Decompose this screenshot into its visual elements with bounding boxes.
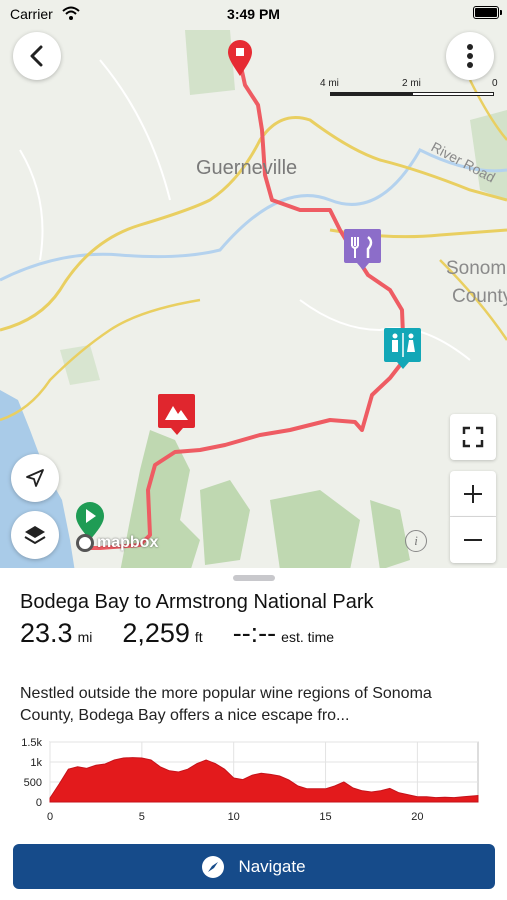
scale-bar — [330, 92, 494, 96]
place-label-sonoma: Sonoma — [446, 258, 507, 279]
map-layers-button[interactable] — [11, 511, 59, 559]
time-stat: --:-- est. time — [233, 618, 334, 649]
compass-icon — [202, 855, 225, 878]
locate-me-button[interactable] — [11, 454, 59, 502]
time-unit: est. time — [281, 629, 335, 645]
minus-icon — [464, 539, 482, 541]
zoom-in-button[interactable] — [450, 471, 496, 517]
forest-area — [470, 110, 507, 200]
y-tick-label: 0 — [36, 797, 42, 809]
time-value: --:-- — [232, 618, 277, 648]
scale-label-0: 0 — [492, 78, 498, 89]
forest-area — [370, 500, 410, 570]
layers-icon — [24, 526, 46, 545]
elevation-value: 2,259 — [122, 618, 190, 648]
sheet-drag-handle[interactable] — [233, 575, 275, 581]
elevation-chart: 0 500 1k 1.5k 0 5 10 15 20 — [21, 737, 479, 823]
x-tick-label: 20 — [411, 811, 423, 823]
food-marker[interactable] — [344, 229, 381, 270]
chevron-left-icon — [30, 45, 43, 67]
forest-area — [200, 480, 250, 565]
restroom-marker[interactable] — [384, 328, 421, 369]
place-label-guerneville: Guerneville — [196, 157, 297, 179]
x-tick-label: 10 — [228, 811, 240, 823]
x-tick-label: 0 — [47, 811, 53, 823]
battery-icon — [473, 6, 502, 19]
x-tick-label: 15 — [319, 811, 331, 823]
distance-unit: mi — [77, 629, 93, 645]
y-tick-label: 500 — [24, 777, 42, 789]
y-tick-label: 1.5k — [21, 737, 42, 749]
location-arrow-icon — [26, 469, 44, 487]
forest-area — [185, 30, 235, 95]
road — [19, 149, 44, 261]
elevation-area — [49, 757, 479, 803]
back-button[interactable] — [13, 32, 61, 80]
mapbox-logo: mapbox — [76, 534, 158, 552]
more-vertical-icon — [467, 44, 473, 68]
scale-label-4mi: 4 mi — [320, 78, 339, 89]
route-line — [88, 60, 406, 550]
more-options-button[interactable] — [446, 32, 494, 80]
forest-area — [270, 490, 360, 570]
elevation-unit: ft — [194, 629, 203, 645]
attribution-info-icon[interactable]: i — [405, 530, 427, 552]
route-title: Bodega Bay to Armstrong National Park — [20, 591, 374, 613]
y-tick-label: 1k — [30, 757, 42, 769]
map-scale: 4 mi 2 mi 0 — [320, 78, 498, 98]
plus-icon — [464, 484, 482, 503]
map-view[interactable]: Guerneville River Road Sonoma County — [0, 0, 507, 572]
route-description[interactable]: Nestled outside the more popular wine re… — [20, 683, 490, 727]
status-time: 3:49 PM — [227, 6, 280, 22]
distance-value: 23.3 — [20, 618, 73, 648]
navigate-label: Navigate — [238, 856, 306, 876]
status-bar: Carrier 3:49 PM — [0, 0, 507, 28]
mapbox-logo-icon — [76, 534, 94, 552]
scale-label-2mi: 2 mi — [402, 78, 421, 89]
place-label-county: County — [452, 286, 507, 307]
route-details-sheet: Bodega Bay to Armstrong National Park 23… — [0, 568, 507, 900]
route-stats: 23.3 mi 2,259 ft --:-- est. time — [20, 618, 334, 649]
elevation-stat: 2,259 ft — [122, 618, 202, 649]
fullscreen-button[interactable] — [450, 414, 496, 460]
viewpoint-marker[interactable] — [158, 394, 195, 435]
navigate-button[interactable]: Navigate — [13, 844, 495, 889]
distance-stat: 23.3 mi — [20, 618, 92, 649]
mapbox-attribution: mapbox — [97, 534, 159, 551]
x-tick-label: 5 — [139, 811, 145, 823]
fullscreen-icon — [462, 426, 484, 448]
road — [99, 59, 171, 201]
zoom-out-button[interactable] — [450, 517, 496, 563]
